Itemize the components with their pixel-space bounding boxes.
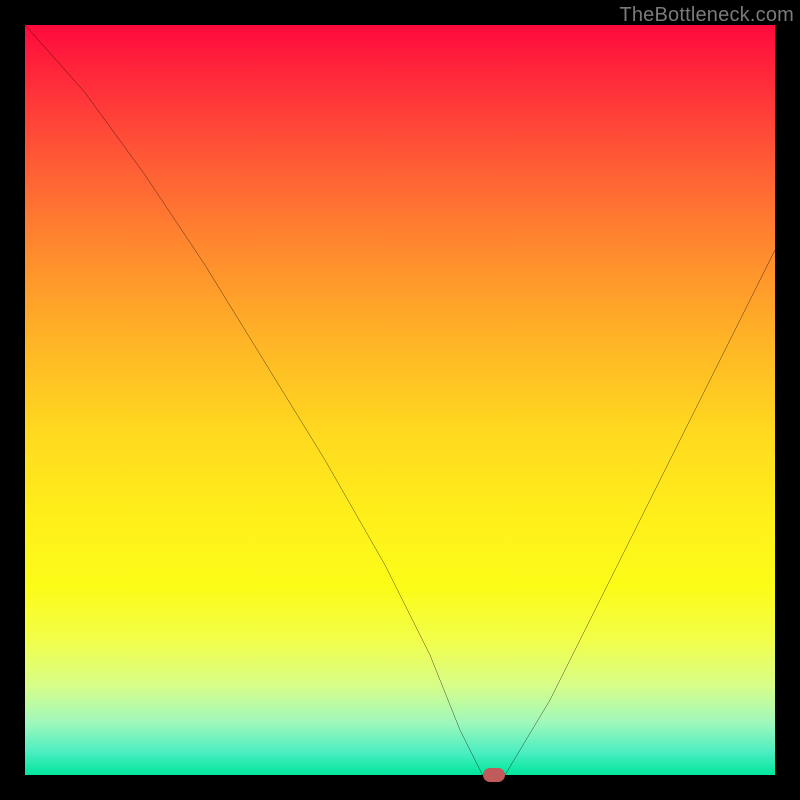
- bottleneck-curve: [25, 25, 775, 775]
- chart-frame: TheBottleneck.com: [0, 0, 800, 800]
- watermark-label: TheBottleneck.com: [619, 4, 794, 27]
- curve-path: [25, 25, 775, 775]
- chart-plot-area: [25, 25, 775, 775]
- optimal-point-marker: [483, 768, 505, 782]
